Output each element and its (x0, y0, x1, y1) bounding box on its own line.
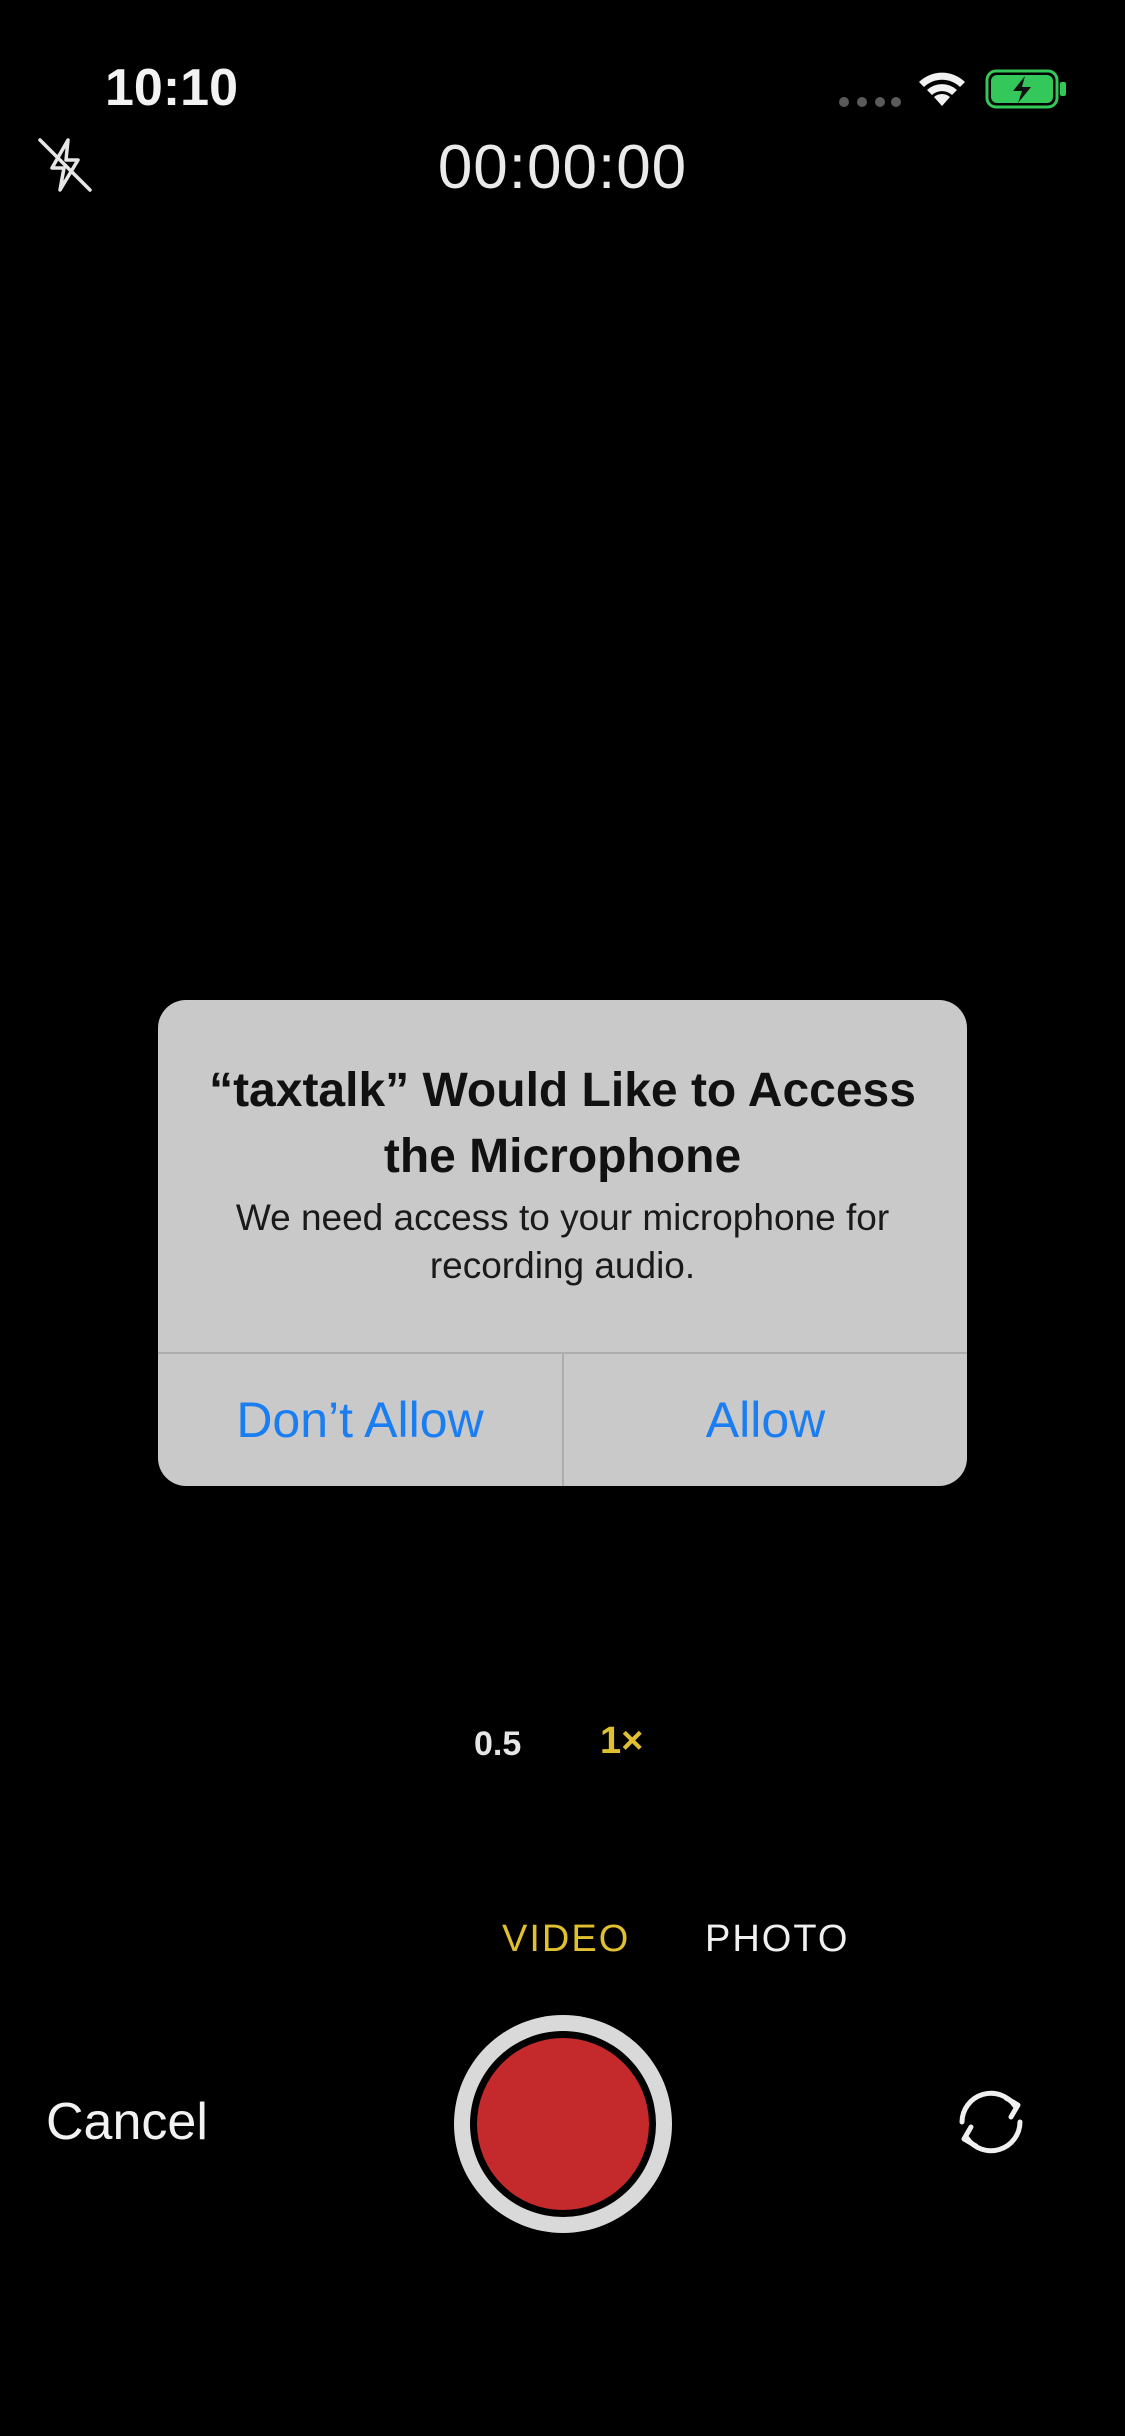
zoom-option-0-5[interactable]: 0.5 (474, 1725, 521, 1764)
battery-charging-icon (985, 69, 1066, 109)
cellular-signal-icon (839, 97, 901, 107)
dont-allow-button[interactable]: Don’t Allow (158, 1354, 562, 1486)
mode-video[interactable]: VIDEO (502, 1918, 630, 1961)
camera-screen: 10:10 00:00:00 “taxtalk” Would Like to A… (0, 0, 1125, 2436)
alert-message: We need access to your microphone for re… (235, 1197, 890, 1286)
status-time: 10:10 (105, 59, 238, 117)
zoom-option-1x[interactable]: 1× (600, 1720, 643, 1763)
alert-title: “taxtalk” Would Like to Access the Micro… (209, 1064, 916, 1183)
wifi-icon (919, 72, 965, 106)
record-button-core (477, 2038, 649, 2210)
microphone-permission-alert: “taxtalk” Would Like to Access the Micro… (158, 1000, 967, 1486)
cancel-button[interactable]: Cancel (46, 2092, 208, 2152)
record-button[interactable] (454, 2015, 672, 2233)
allow-button[interactable]: Allow (564, 1354, 967, 1486)
recording-timer: 00:00:00 (437, 133, 688, 202)
camera-flip-icon[interactable] (948, 2084, 1034, 2160)
mode-photo[interactable]: PHOTO (705, 1918, 849, 1961)
